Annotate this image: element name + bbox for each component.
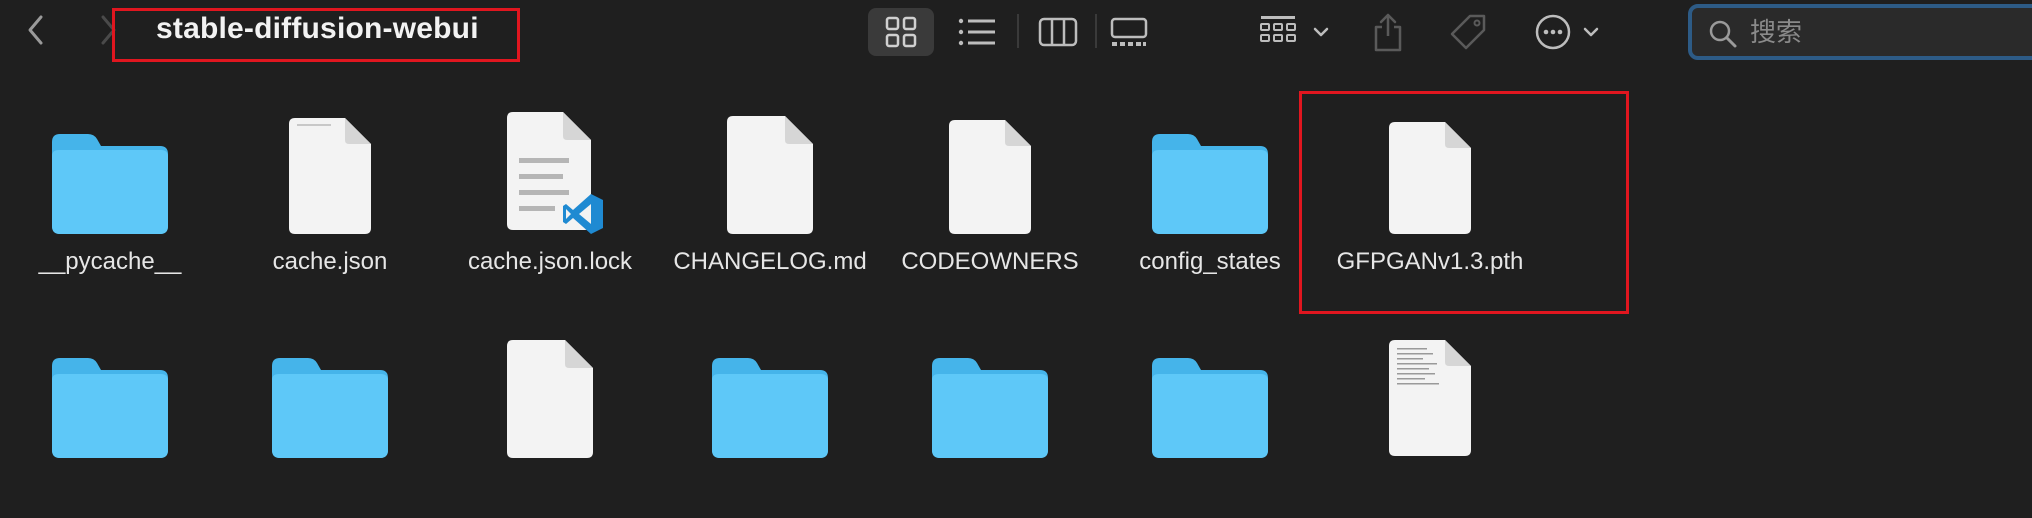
file-item-row2-folder[interactable] bbox=[220, 338, 440, 518]
list-icon bbox=[958, 18, 995, 46]
folder-icon bbox=[0, 338, 220, 486]
share-icon bbox=[1374, 13, 1402, 52]
group-by-button[interactable] bbox=[1252, 8, 1342, 56]
file-item-row2-text-document[interactable] bbox=[1320, 338, 1540, 518]
list-view-button[interactable] bbox=[946, 8, 1008, 56]
folder-icon bbox=[1100, 338, 1320, 486]
chevron-left-icon bbox=[28, 15, 43, 45]
folder-icon bbox=[0, 100, 220, 236]
more-icon bbox=[1535, 14, 1599, 50]
file-item-row2-folder[interactable] bbox=[1100, 338, 1320, 518]
back-button[interactable] bbox=[16, 10, 56, 50]
file-item-row2-document[interactable] bbox=[440, 338, 660, 518]
file-item-changelog[interactable]: CHANGELOG.md bbox=[660, 100, 880, 280]
group-by-icon bbox=[1260, 16, 1329, 42]
toolbar-separator bbox=[1095, 14, 1097, 48]
folder-icon bbox=[880, 338, 1100, 486]
search-input[interactable] bbox=[1748, 16, 2032, 50]
share-button[interactable] bbox=[1368, 8, 1408, 56]
document-icon bbox=[220, 100, 440, 236]
tag-icon bbox=[1450, 14, 1486, 50]
grid-icon bbox=[885, 16, 917, 48]
folder-icon bbox=[220, 338, 440, 486]
folder-icon bbox=[660, 338, 880, 486]
tag-button[interactable] bbox=[1444, 8, 1492, 56]
more-actions-button[interactable] bbox=[1530, 8, 1606, 56]
folder-icon bbox=[1100, 100, 1320, 236]
file-item-row2-folder[interactable] bbox=[0, 338, 220, 518]
gallery-icon bbox=[1110, 17, 1148, 46]
file-item-codeowners[interactable]: CODEOWNERS bbox=[880, 100, 1100, 280]
file-item-row2-folder[interactable] bbox=[660, 338, 880, 518]
icon-view-button[interactable] bbox=[868, 8, 934, 56]
columns-icon bbox=[1038, 17, 1078, 47]
file-item-row2-folder[interactable] bbox=[880, 338, 1100, 518]
gallery-view-button[interactable] bbox=[1104, 8, 1154, 56]
file-item-cache-json[interactable]: cache.json bbox=[220, 100, 440, 280]
document-icon bbox=[440, 338, 660, 474]
column-view-button[interactable] bbox=[1028, 8, 1088, 56]
finder-toolbar: stable-diffusion-webui bbox=[0, 0, 2032, 62]
selection-highlight-box bbox=[1299, 91, 1629, 314]
document-icon bbox=[880, 100, 1100, 236]
search-icon bbox=[1709, 20, 1737, 48]
file-item-pycache[interactable]: __pycache__ bbox=[0, 100, 220, 280]
file-item-cache-json-lock[interactable]: cache.json.lock bbox=[440, 100, 660, 280]
toolbar-separator bbox=[1017, 14, 1019, 48]
window-title: stable-diffusion-webui bbox=[156, 12, 479, 45]
file-item-config-states[interactable]: config_states bbox=[1100, 100, 1320, 280]
vscode-document-icon bbox=[440, 100, 660, 236]
search-field[interactable] bbox=[1688, 4, 2032, 60]
document-icon bbox=[660, 100, 880, 236]
text-document-icon bbox=[1320, 338, 1540, 474]
